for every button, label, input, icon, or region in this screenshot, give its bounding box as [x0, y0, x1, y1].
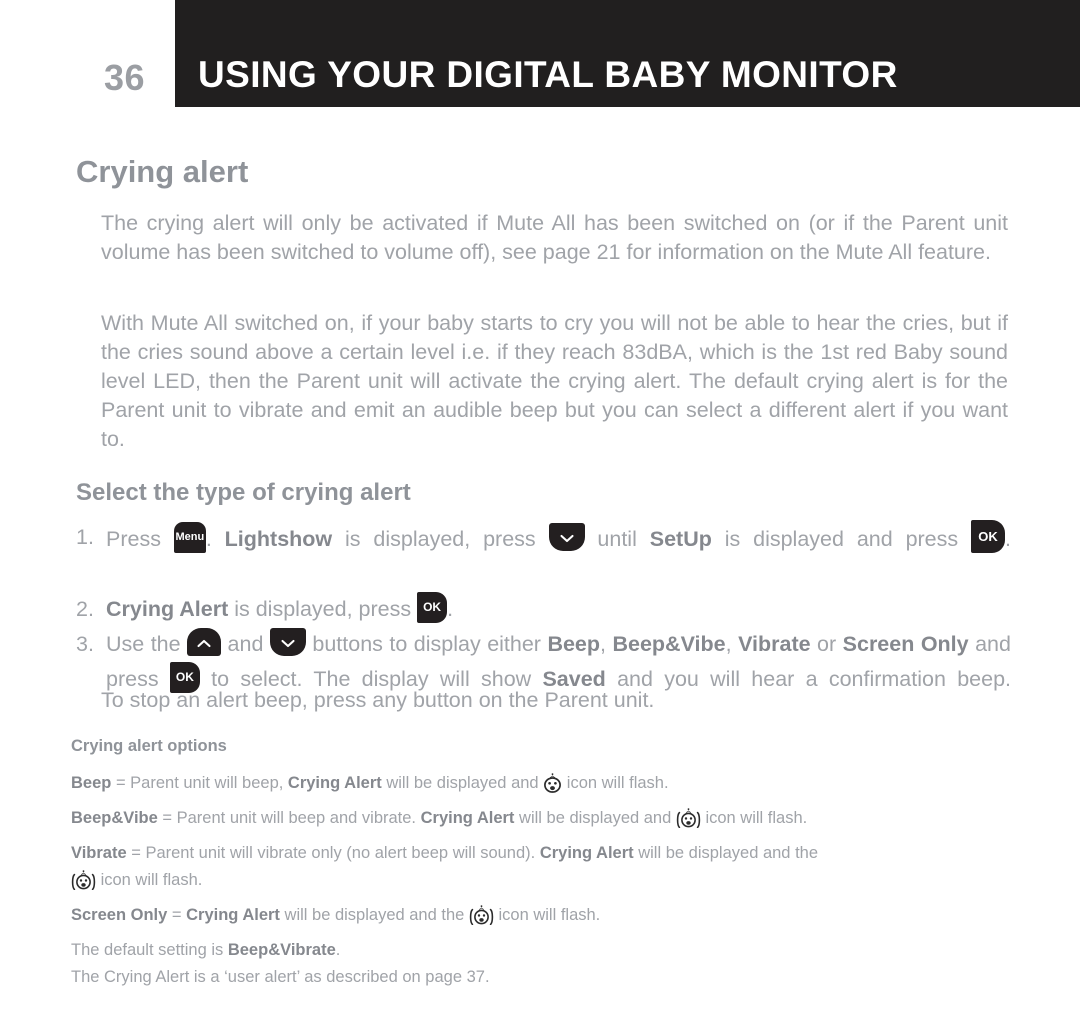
chevron-down-icon-button-2[interactable] — [269, 628, 306, 656]
option-beep-text-b: will be displayed and — [381, 774, 544, 792]
option-line-vibrate-cont: icon will flash. — [71, 867, 1016, 894]
option-vibrate-bold-mid: Crying Alert — [539, 844, 634, 862]
ok-button-key-2[interactable]: OK — [417, 592, 448, 623]
step-item-2: 2. Crying Alert is displayed, press OK. — [76, 592, 1011, 627]
step-2-text-2: . — [447, 597, 454, 621]
option-line-beep: Beep = Parent unit will beep, Crying Ale… — [71, 770, 1016, 797]
ok-button-key-1[interactable]: OK — [971, 520, 1006, 553]
default-setting-text-b: . — [335, 941, 341, 959]
option-screenonly-text-c: icon will flash. — [493, 906, 601, 924]
option-vibrate-text-b: will be displayed and the — [633, 844, 819, 862]
chevron-down-icon — [549, 523, 585, 551]
chevron-up-icon — [187, 628, 221, 656]
step-1-text-6: . — [1005, 527, 1011, 551]
step-2-text-1: is displayed, press — [228, 597, 418, 621]
option-screenonly-text-a: = — [167, 906, 187, 924]
option-beepvibe-bold-mid: Crying Alert — [420, 809, 515, 827]
option-line-screen-only: Screen Only = Crying Alert will be displ… — [71, 902, 1016, 929]
intro-paragraph: The crying alert will only be activated … — [101, 209, 1008, 267]
mute-all-paragraph: With Mute All switched on, if your baby … — [101, 309, 1008, 454]
page-title: USING YOUR DIGITAL BABY MONITOR — [198, 54, 898, 95]
option-beepvibe-label: Beep&Vibe — [71, 809, 158, 827]
option-beep-label: Beep — [71, 774, 112, 792]
step-1-content: Press Menu. Lightshow is displayed, pres… — [106, 520, 1011, 592]
step-1-text-3: is displayed, press — [332, 527, 549, 551]
option-screenonly-label: Screen Only — [71, 906, 168, 924]
menu-button-key[interactable]: Menu — [173, 522, 206, 553]
step-3-bold-vibrate: Vibrate — [738, 632, 811, 656]
chevron-down-icon-2 — [270, 628, 306, 656]
page-number: 36 — [104, 57, 146, 98]
step-1-text-2: . — [205, 527, 225, 551]
default-setting-line: The default setting is Beep&Vibrate. — [71, 937, 1016, 964]
step-3-bold-beepvibe: Beep&Vibe — [612, 632, 726, 656]
option-screenonly-bold-mid: Crying Alert — [186, 906, 280, 924]
step-3-bold-screen-only: Screen Only — [842, 632, 969, 656]
option-beepvibe-text-a: = Parent unit will beep and vibrate. — [157, 809, 421, 827]
step-2-bold-crying-alert: Crying Alert — [106, 597, 229, 621]
step-3-text-9: and you will hear a confirmation beep. — [605, 667, 1011, 691]
option-beep-bold-mid: Crying Alert — [287, 774, 382, 792]
baby-face-vibrate-icon-3 — [469, 904, 494, 925]
user-alert-footer: The Crying Alert is a ‘user alert’ as de… — [71, 968, 490, 986]
option-beep-text-c: icon will flash. — [562, 774, 669, 792]
step-1-text-4: until — [584, 527, 650, 551]
step-3-text-2: and — [221, 632, 270, 656]
step-1-bold-setup: SetUp — [649, 527, 712, 551]
baby-face-vibrate-icon — [676, 807, 701, 828]
option-beepvibe-text-b: will be displayed and — [514, 809, 676, 827]
option-line-vibrate: Vibrate = Parent unit will vibrate only … — [71, 840, 1016, 867]
step-3-content: Use the and buttons to display either Be… — [106, 627, 1011, 732]
baby-face-icon — [543, 772, 562, 793]
step-number-2: 2. — [76, 597, 94, 621]
step-1-bold-lightshow: Lightshow — [224, 527, 333, 551]
step-3-text-1: Use the — [106, 632, 188, 656]
step-1-text-1: Press — [106, 527, 174, 551]
subsection-heading: Select the type of crying alert — [76, 479, 411, 506]
step-item-3: 3. Use the and buttons to display either… — [76, 627, 1011, 732]
step-number-1: 1. — [76, 525, 94, 549]
step-3-text-6: or — [810, 632, 843, 656]
chevron-down-icon-button[interactable] — [548, 523, 585, 551]
step-1-text-5: is displayed and press — [711, 527, 972, 551]
option-line-beepvibe: Beep&Vibe = Parent unit will beep and vi… — [71, 805, 1016, 832]
step-3-text-5: , — [725, 632, 739, 656]
option-screenonly-text-b: will be displayed and the — [279, 906, 469, 924]
step-number-3: 3. — [76, 632, 94, 656]
mute-all-paragraph-text: With Mute All switched on, if your baby … — [101, 311, 1008, 451]
step-3-bold-beep: Beep — [547, 632, 601, 656]
stop-alert-note: To stop an alert beep, press any button … — [101, 688, 655, 712]
intro-paragraph-text: The crying alert will only be activated … — [101, 211, 1008, 264]
section-heading: Crying alert — [76, 154, 249, 189]
baby-face-vibrate-icon-2 — [71, 869, 96, 890]
default-setting-bold: Beep&Vibrate — [227, 941, 336, 959]
option-beepvibe-text-c: icon will flash. — [700, 809, 808, 827]
option-beep-text-a: = Parent unit will beep, — [111, 774, 288, 792]
chevron-up-icon-button[interactable] — [187, 628, 222, 656]
option-vibrate-text-a: = Parent unit will vibrate only (no aler… — [126, 844, 540, 862]
option-vibrate-label: Vibrate — [71, 844, 127, 862]
page-header: 36 USING YOUR DIGITAL BABY MONITOR — [0, 0, 1080, 108]
default-setting-text-a: The default setting is — [71, 941, 228, 959]
step-3-text-4: , — [600, 632, 613, 656]
options-heading: Crying alert options — [71, 737, 227, 755]
step-item-1: 1. Press Menu. Lightshow is displayed, p… — [76, 520, 1011, 592]
option-vibrate-text-c: icon will flash. — [96, 871, 203, 889]
step-3-text-3: buttons to display either — [305, 632, 548, 656]
crying-alert-options: Crying alert options Beep = Parent unit … — [71, 733, 1016, 991]
